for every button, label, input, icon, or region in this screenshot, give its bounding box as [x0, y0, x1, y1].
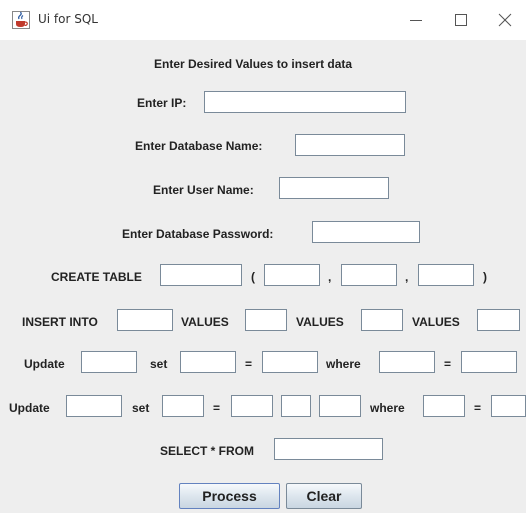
database-name-input[interactable]: [295, 134, 405, 156]
equals-label: =: [474, 401, 482, 415]
form-panel: Enter Desired Values to insert data Ente…: [0, 40, 526, 513]
update1-set-value-input[interactable]: [262, 351, 318, 373]
values-label: VALUES: [296, 315, 344, 329]
maximize-icon: [455, 14, 467, 26]
update1-set-column-input[interactable]: [180, 351, 236, 373]
update-label: Update: [9, 401, 50, 415]
close-paren: ): [483, 270, 487, 284]
update2-set-value-1-input[interactable]: [231, 395, 273, 417]
where-label: where: [326, 357, 361, 371]
close-icon: [498, 13, 512, 27]
minimize-icon: [410, 20, 422, 21]
form-heading: Enter Desired Values to insert data: [154, 57, 353, 71]
title-bar: Ui for SQL: [0, 0, 526, 40]
values-label: VALUES: [412, 315, 460, 329]
user-name-input[interactable]: [279, 177, 389, 199]
clear-button[interactable]: Clear: [286, 483, 362, 509]
maximize-button[interactable]: [449, 8, 473, 32]
equals-label: =: [245, 357, 253, 371]
update2-set-column-input[interactable]: [162, 395, 204, 417]
equals-label: =: [213, 401, 221, 415]
user-name-label: Enter User Name:: [153, 183, 254, 197]
insert-value-3-input[interactable]: [477, 309, 520, 331]
process-button[interactable]: Process: [179, 483, 280, 509]
create-column-3-input[interactable]: [418, 264, 474, 286]
create-table-label: CREATE TABLE: [51, 270, 142, 284]
update1-table-input[interactable]: [81, 351, 137, 373]
where-label: where: [370, 401, 405, 415]
update1-where-value-input[interactable]: [461, 351, 517, 373]
minimize-button[interactable]: [404, 8, 428, 32]
update2-set-value-3-input[interactable]: [319, 395, 361, 417]
create-column-1-input[interactable]: [264, 264, 320, 286]
create-column-2-input[interactable]: [341, 264, 397, 286]
select-from-label: SELECT * FROM: [160, 444, 255, 458]
update2-set-value-2-input[interactable]: [281, 395, 311, 417]
set-label: set: [132, 401, 150, 415]
close-button[interactable]: [493, 8, 517, 32]
update1-where-column-input[interactable]: [379, 351, 435, 373]
insert-table-name-input[interactable]: [117, 309, 173, 331]
database-password-label: Enter Database Password:: [122, 227, 274, 241]
update2-where-column-input[interactable]: [423, 395, 465, 417]
insert-value-2-input[interactable]: [361, 309, 403, 331]
column-comma: ,: [328, 270, 332, 284]
insert-into-label: INSERT INTO: [22, 315, 98, 329]
window-title: Ui for SQL: [38, 12, 98, 26]
database-name-label: Enter Database Name:: [135, 139, 263, 153]
select-table-input[interactable]: [274, 438, 383, 460]
update2-table-input[interactable]: [66, 395, 122, 417]
values-label: VALUES: [181, 315, 229, 329]
update-label: Update: [24, 357, 65, 371]
ip-label: Enter IP:: [137, 96, 187, 110]
ip-input[interactable]: [204, 91, 406, 113]
insert-value-1-input[interactable]: [245, 309, 287, 331]
open-paren: (: [251, 270, 255, 284]
database-password-input[interactable]: [312, 221, 420, 243]
set-label: set: [150, 357, 168, 371]
update2-where-value-input[interactable]: [491, 395, 526, 417]
java-cup-icon: [12, 11, 30, 29]
equals-label: =: [444, 357, 452, 371]
create-table-name-input[interactable]: [160, 264, 242, 286]
column-comma: ,: [405, 270, 409, 284]
